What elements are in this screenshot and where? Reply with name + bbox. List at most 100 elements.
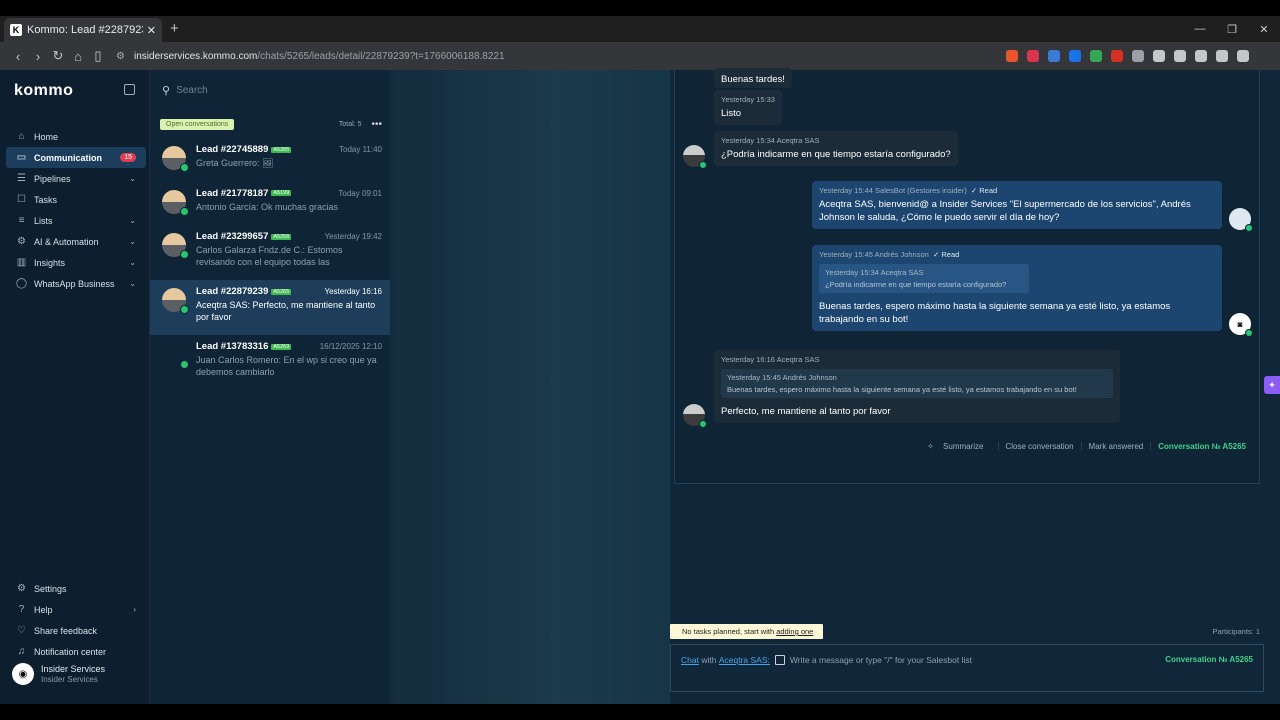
restore-icon[interactable]: ❐ [1216,16,1248,42]
main-menu: ⌂ Home ▭ Communication 15 ☰ Pipelines ⌄ ☐ Task… [6,126,146,294]
online-status-icon [180,360,189,369]
user-profile[interactable]: ◉ Insider Services Insider Services [12,663,105,685]
sidebar-item-lists[interactable]: ≡ Lists ⌄ [6,210,146,231]
site-info-icon[interactable]: ⚙ [116,51,128,62]
close-tab-icon[interactable]: ✕ [147,24,156,37]
list-icon: ≡ [18,215,25,226]
message-input[interactable]: Write a message or type "/" for your Sal… [790,655,972,665]
mark-answered-button[interactable]: Mark answered [1080,442,1151,451]
close-conversation-button[interactable]: Close conversation [997,442,1081,451]
quote-text: Buenas tardes, espero máximo hasta la si… [727,385,1077,394]
chevron-down-icon: ⌄ [129,174,136,183]
online-status-icon [180,163,189,172]
conversation-item[interactable]: Lead #21778187 A5199 Today 09:01 Antonio Ga… [150,182,390,226]
sidebar-item-label: WhatsApp Business [34,278,115,289]
reload-icon[interactable]: ↻ [48,48,68,64]
url-field[interactable]: ⚙ insiderservices.kommo.com/chats/5265/l… [116,45,976,67]
more-options-icon[interactable]: ••• [371,119,382,130]
online-status-icon [180,206,189,216]
participants-count[interactable]: Participants: 1 [1212,627,1260,636]
chart-icon: ▥ [16,257,27,268]
back-icon[interactable]: ‹ [8,49,28,64]
online-status-icon [699,161,707,169]
brave-shield-icon[interactable] [1006,50,1018,62]
message-composer[interactable]: Chat with Aceqtra SAS: Write a message o… [670,644,1264,692]
menu-icon[interactable] [1237,50,1249,62]
leo-icon[interactable] [1216,50,1228,62]
agent-avatar: ◙ [1229,313,1253,337]
profile-name: Insider Services [41,664,106,674]
sidebar-item-pipelines[interactable]: ☰ Pipelines ⌄ [6,168,146,189]
lead-number: Lead #22879239 [196,286,269,297]
search-box[interactable]: ⚲ Search [162,84,208,97]
sidebar-item-share-feedback[interactable]: ♡ Share feedback [6,620,146,641]
conversation-item[interactable]: Lead #23299657 A5256 Yesterday 19:42 Carlos… [150,225,390,280]
sidebar-item-label: Share feedback [34,625,98,636]
puzzle-icon[interactable] [1153,50,1165,62]
last-message: Antonio García: Ok muchas gracias [196,201,339,212]
address-bar: ‹ › ↻ ⌂ ▯ ⚙ insiderservices.kommo.com/ch… [0,42,1280,70]
pdf-extension-icon[interactable] [1111,50,1123,62]
avatar [162,233,189,259]
bookmark-icon[interactable]: ▯ [88,48,108,64]
extension-icon[interactable] [1069,50,1081,62]
trash-icon[interactable] [1174,50,1186,62]
avatar [162,288,189,314]
conversation-item[interactable]: Lead #22745889 A5285 Today 11:40 Greta Guer… [150,138,390,182]
extension-icon[interactable] [1132,50,1144,62]
message-bubble-outgoing: Yesterday 15:44 SalesBot (Gestores insid… [812,181,1222,229]
sidebar-item-home[interactable]: ⌂ Home [6,126,146,147]
ai-assistant-icon[interactable]: ✦ [1264,376,1280,394]
forward-icon[interactable]: › [28,49,48,64]
sidebar-item-insights[interactable]: ▥ Insights ⌄ [6,252,146,273]
open-conversations-filter[interactable]: Open conversations [160,118,235,130]
online-status-icon [1245,329,1253,337]
sidebar-item-settings[interactable]: ⚙ Settings [6,578,146,599]
recipient-selector[interactable]: Aceqtra SAS: [719,655,770,665]
sidebar-item-help[interactable]: ? Help › [6,599,146,620]
chevron-down-icon: ⌄ [129,216,136,225]
rewards-icon[interactable] [1027,50,1039,62]
tab-bar: K Kommo: Lead #22879239, Inside ✕ + — ❐ … [0,16,1280,42]
extension-icon[interactable] [1048,50,1060,62]
new-tab-icon[interactable]: + [170,20,179,37]
add-task-link[interactable]: adding one [776,627,813,636]
sidebar-item-label: Lists [34,215,53,226]
sidebar-item-ai-automation[interactable]: ⚙ AI & Automation ⌄ [6,231,146,252]
template-icon[interactable] [774,655,785,665]
chevron-down-icon: ⌄ [129,237,136,246]
message-meta: Yesterday 15:34 Aceqtra SAS [721,136,820,145]
profile-company: Insider Services [41,675,98,684]
sidebar-item-notification-center[interactable]: ♫ Notification center [6,641,146,662]
conversation-item-selected[interactable]: Lead #22879239 A5265 Yesterday 16:16 Aceqtr… [150,280,390,335]
message-bubble: Yesterday 16:16 Aceqtra SAS Yesterday 15… [714,350,1120,423]
extension-icon[interactable] [1090,50,1102,62]
sidebar-toggle-icon[interactable] [1195,50,1207,62]
message-bubble: Buenas tardes! [714,68,792,88]
message-text: Buenas tardes, espero máximo hasta la si… [819,301,1171,325]
sidebar-item-communication[interactable]: ▭ Communication 15 [6,147,146,168]
collapse-sidebar-icon[interactable] [124,84,135,95]
summarize-button[interactable]: ✧ Summarize [920,442,997,451]
salesbot-avatar [1229,208,1253,232]
minimize-icon[interactable]: — [1184,16,1216,42]
search-input[interactable]: Search [176,85,208,96]
sidebar-item-tasks[interactable]: ☐ Tasks [6,189,146,210]
extensions [1006,50,1249,62]
message-bubble: Yesterday 15:33 Listo [714,90,782,125]
close-window-icon[interactable]: ✕ [1248,16,1280,42]
browser-window: K Kommo: Lead #22879239, Inside ✕ + — ❐ … [0,16,1280,704]
channel-selector[interactable]: Chat [681,655,699,665]
conversation-item[interactable]: Lead #13783316 A5269 16/12/2025 12:10 Juan … [150,335,390,390]
message-meta: Yesterday 15:44 SalesBot (Gestores insid… [819,186,1215,195]
browser-tab[interactable]: K Kommo: Lead #22879239, Inside ✕ [4,18,162,42]
heart-icon: ♡ [17,625,26,636]
conversation-number: Conversation № A5265 [1165,655,1253,664]
sidebar-item-whatsapp-business[interactable]: ◯ WhatsApp Business ⌄ [6,273,146,294]
home-icon[interactable]: ⌂ [68,49,88,64]
help-icon: ? [18,604,25,615]
chat-panel: Buenas tardes! Yesterday 15:33 Listo Yes… [670,68,1280,704]
last-message: Carlos Galarza Fndz.de C.: Estomos revis… [196,245,343,267]
bell-icon: ♫ [17,646,26,657]
contact-avatar [683,145,707,169]
